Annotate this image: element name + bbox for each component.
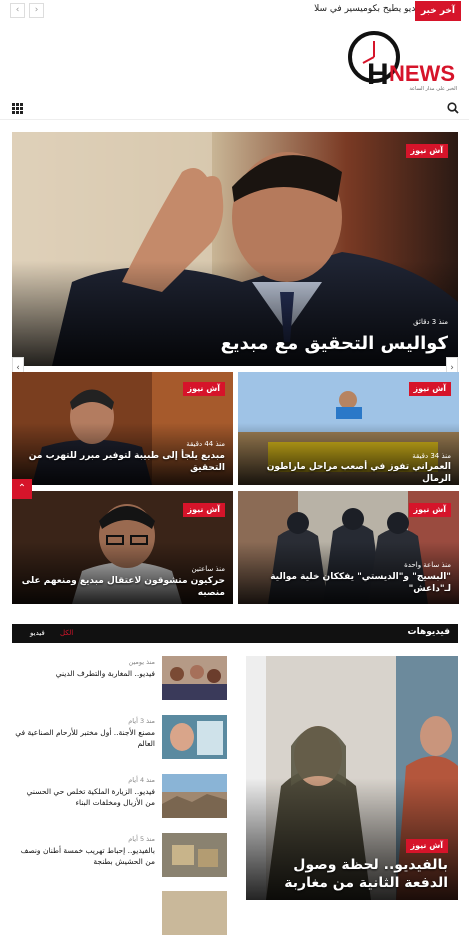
list-thumb <box>162 656 227 700</box>
tab-video[interactable]: فيديو <box>30 629 45 637</box>
news-card[interactable]: آش نيوز منذ 34 دقيقة العمراني تفوز في أص… <box>238 372 459 485</box>
card-title[interactable]: "البسيج" و"الديستي" يفككان خلية موالية ل… <box>246 572 451 595</box>
list-thumb <box>162 715 227 759</box>
list-title[interactable]: مصنع الأجنة.. أول مختبر للأرحام الصناعية… <box>15 728 155 750</box>
list-item[interactable]: منذ 4 أيام فيديو.. الزيارة الملكية تخلص … <box>12 774 227 824</box>
logo-tagline: الخبر على مدار الساعة <box>409 86 457 92</box>
ticker-headline[interactable]: فيديو يطيح بكوميسير في سلا <box>314 4 423 14</box>
list-item[interactable]: منذ 5 أيام بالفيديو.. إحباط تهريب خمسة أ… <box>12 833 227 883</box>
list-title[interactable]: بالفيديو.. إحباط تهريب خمسة أطنان ونصف م… <box>15 846 155 868</box>
list-item[interactable]: منذ يومين فيديو.. المغاربة والتطرف الدين… <box>12 656 227 706</box>
logo-clock-icon: H NEWS <box>348 31 455 91</box>
card-badge: آش نيوز <box>182 503 225 517</box>
list-thumb <box>162 774 227 818</box>
featured-title[interactable]: بالفيديو.. لحظة وصول الدفعة الثانية من م… <box>256 856 448 892</box>
hero-time: منذ 3 دقائق <box>413 318 448 326</box>
featured-badge: آش نيوز <box>405 839 448 853</box>
videos-heading: فيديوهات <box>407 627 450 637</box>
card-badge: آش نيوز <box>408 503 451 517</box>
list-title[interactable]: فيديو.. المغاربة والتطرف الديني <box>15 669 155 680</box>
ticker-next-button[interactable]: › <box>29 3 44 18</box>
videos-section-header: فيديوهات الكل فيديو <box>12 624 458 643</box>
news-card[interactable]: آش نيوز منذ 44 دقيقة مبديع يلجأ إلى طبيب… <box>12 372 233 485</box>
card-badge: آش نيوز <box>408 382 451 396</box>
list-thumb <box>162 833 227 877</box>
list-item[interactable]: منذ 3 أيام مصنع الأجنة.. أول مختبر للأرح… <box>12 715 227 765</box>
list-date: منذ 3 أيام <box>128 717 155 725</box>
hero-image <box>12 132 458 366</box>
menu-bar <box>0 98 469 120</box>
news-card[interactable]: آش نيوز منذ ساعتين حركيون متشوقون لاعتقا… <box>12 491 233 604</box>
card-title[interactable]: حركيون متشوقون لاعتقال مبديع ومنعهم على … <box>20 576 225 599</box>
list-date: منذ يومين <box>128 658 155 666</box>
ticker-prev-button[interactable]: ‹ <box>10 3 25 18</box>
list-title[interactable]: فيديو.. الزيارة الملكية تخلص حي الحسني م… <box>15 787 155 809</box>
card-title[interactable]: العمراني تفوز في أصعب مراحل ماراطون الرم… <box>246 462 451 485</box>
scroll-up-button[interactable]: ⌃ <box>12 479 32 499</box>
list-thumb <box>162 891 227 935</box>
card-badge: آش نيوز <box>182 382 225 396</box>
grid-icon[interactable] <box>12 103 23 114</box>
tab-all[interactable]: الكل <box>60 629 73 637</box>
featured-video[interactable]: آش نيوز بالفيديو.. لحظة وصول الدفعة الثا… <box>246 656 458 900</box>
card-title[interactable]: مبديع يلجأ إلى طبيبة لتوفير مبرر للتهرب … <box>20 451 225 474</box>
list-date: منذ 5 أيام <box>128 835 155 843</box>
card-time: منذ ساعة واحدة <box>404 561 451 569</box>
search-icon[interactable] <box>447 102 459 114</box>
hero-slide[interactable]: آش نيوز منذ 3 دقائق كواليس التحقيق مع مب… <box>12 132 458 366</box>
card-time: منذ 44 دقيقة <box>186 440 225 448</box>
hero-title[interactable]: كواليس التحقيق مع مبديع <box>28 332 448 355</box>
card-time: منذ ساعتين <box>191 565 226 573</box>
news-ticker: ‹ › فيديو يطيح بكوميسير في سلا آخر خبر <box>0 0 469 22</box>
logo-word: NEWS <box>389 61 455 86</box>
news-card[interactable]: آش نيوز منذ ساعة واحدة "البسيج" و"الديست… <box>238 491 459 604</box>
hero-badge: آش نيوز <box>405 144 448 158</box>
list-item[interactable] <box>12 891 227 941</box>
site-logo[interactable]: H NEWS الخبر على مدار الساعة <box>347 27 459 95</box>
list-date: منذ 4 أيام <box>128 776 155 784</box>
card-time: منذ 34 دقيقة <box>412 452 451 460</box>
ticker-badge: آخر خبر <box>414 1 461 21</box>
logo-letter: H <box>367 58 389 91</box>
